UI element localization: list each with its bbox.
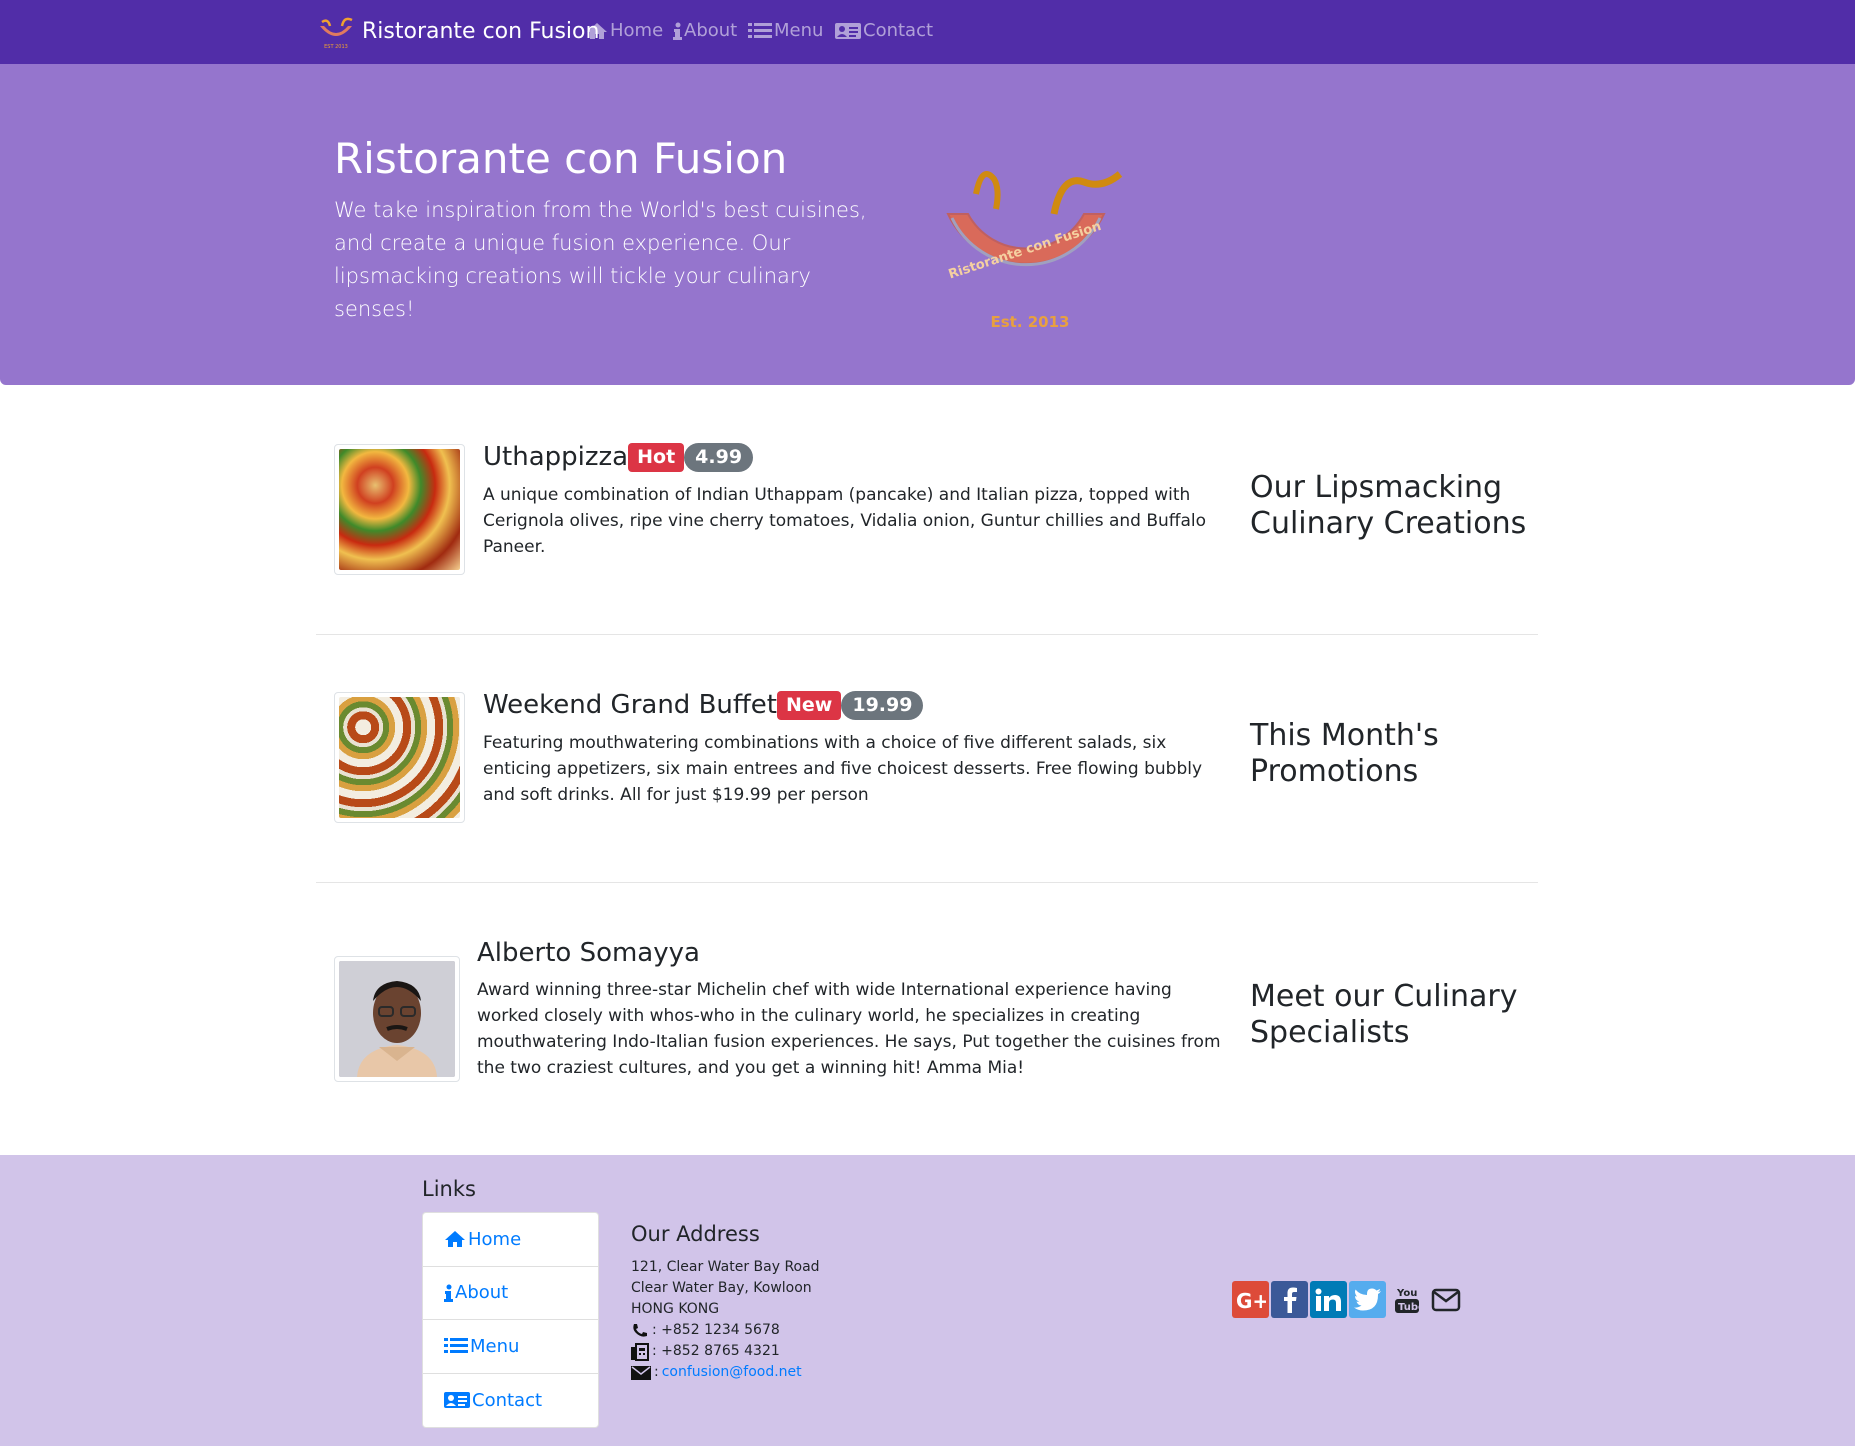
- hot-badge: Hot: [628, 442, 685, 472]
- linkedin-icon[interactable]: [1310, 1281, 1347, 1318]
- svg-text:You: You: [1396, 1288, 1417, 1299]
- youtube-icon[interactable]: You Tube: [1388, 1281, 1425, 1318]
- footer-link-label: Home: [468, 1228, 522, 1250]
- footer: Links Home About Menu Contact Our Addres…: [0, 1155, 1855, 1446]
- promotions-heading: This Month's Promotions: [1250, 718, 1439, 789]
- info-icon: [673, 22, 682, 40]
- footer-link-home[interactable]: Home: [423, 1213, 598, 1267]
- fax-line: : +852 8765 4321: [631, 1341, 820, 1362]
- list-icon: [748, 22, 772, 38]
- address-block: 121, Clear Water Bay Road Clear Water Ba…: [631, 1257, 820, 1383]
- restaurant-logo: Ristorante con Fusion Est. 2013: [946, 171, 1123, 331]
- nav-home-label: Home: [610, 20, 664, 41]
- uthappizza-image: [334, 444, 465, 575]
- buffet-description: Featuring mouthwatering combinations wit…: [483, 733, 1203, 805]
- address-card-icon: [835, 22, 861, 39]
- links-title: Links: [422, 1177, 476, 1201]
- svg-text:G+: G+: [1236, 1289, 1266, 1311]
- svg-text:EST 2013: EST 2013: [324, 44, 348, 50]
- logo-est-text: Est. 2013: [990, 313, 1069, 331]
- chef-photo: [334, 956, 460, 1082]
- nav-home[interactable]: Home: [586, 20, 663, 41]
- address-line: HONG KONG: [631, 1301, 720, 1317]
- uthappizza-title: Uthappizza Hot 4.99: [483, 442, 754, 472]
- footer-link-label: About: [455, 1282, 509, 1304]
- envelope-icon: [631, 1365, 651, 1380]
- facebook-icon[interactable]: [1271, 1281, 1308, 1318]
- nav-contact[interactable]: Contact: [835, 20, 933, 41]
- price-badge: 19.99: [841, 690, 924, 720]
- nav-menu-label: Menu: [774, 20, 824, 41]
- phone-line: : +852 1234 5678: [631, 1320, 820, 1341]
- footer-links-list: Home About Menu Contact: [422, 1212, 599, 1428]
- google-plus-icon[interactable]: G+: [1232, 1281, 1269, 1318]
- phone-number: : +852 1234 5678: [652, 1322, 780, 1338]
- email-link[interactable]: confusion@food.net: [662, 1362, 802, 1383]
- brand-name[interactable]: Ristorante con Fusion: [362, 19, 599, 44]
- nav-about-label: About: [684, 20, 738, 41]
- footer-link-about[interactable]: About: [423, 1267, 598, 1320]
- footer-link-label: Menu: [470, 1335, 520, 1357]
- jumbotron-text: We take inspiration from the World's bes…: [334, 198, 867, 321]
- twitter-icon[interactable]: [1349, 1281, 1386, 1318]
- navbar: EST 2013 Ristorante con Fusion Home Abou…: [0, 0, 1855, 64]
- email-prefix: :: [654, 1364, 659, 1380]
- chef-avatar-icon: [339, 961, 455, 1077]
- info-icon: [444, 1284, 453, 1302]
- chef-description: Award winning three-star Michelin chef w…: [477, 980, 1221, 1078]
- row-divider: [316, 882, 1538, 883]
- row-divider: [316, 634, 1538, 635]
- buffet-name: Weekend Grand Buffet: [483, 690, 777, 720]
- nav-menu[interactable]: Menu: [748, 20, 823, 41]
- svg-text:Tube: Tube: [1398, 1302, 1420, 1313]
- uthappizza-description: A unique combination of Indian Uthappam …: [483, 485, 1207, 557]
- footer-link-label: Contact: [472, 1389, 543, 1411]
- email-line: : confusion@food.net: [631, 1362, 820, 1383]
- chef-name: Alberto Somayya: [477, 938, 700, 968]
- address-line: Clear Water Bay, Kowloon: [631, 1280, 812, 1296]
- lipsmacking-heading: Our Lipsmacking Culinary Creations: [1250, 470, 1527, 541]
- price-badge: 4.99: [684, 442, 754, 472]
- footer-link-menu[interactable]: Menu: [423, 1320, 598, 1374]
- address-line: 121, Clear Water Bay Road: [631, 1259, 820, 1275]
- footer-link-contact[interactable]: Contact: [423, 1374, 598, 1428]
- specialists-heading: Meet our Culinary Specialists: [1250, 979, 1518, 1050]
- address-title: Our Address: [631, 1222, 760, 1246]
- jumbotron-title: Ristorante con Fusion: [334, 134, 788, 183]
- brand-logo[interactable]: EST 2013: [316, 16, 356, 50]
- uthappizza-name: Uthappizza: [483, 442, 629, 472]
- new-badge: New: [777, 690, 842, 720]
- buffet-title: Weekend Grand Buffet New 19.99: [483, 690, 924, 720]
- jumbotron: Ristorante con Fusion We take inspiratio…: [0, 64, 1855, 385]
- social-links: G+ You Tube: [1232, 1281, 1464, 1318]
- buffet-image: [334, 692, 465, 823]
- address-card-icon: [444, 1392, 470, 1409]
- phone-icon: [633, 1324, 647, 1337]
- home-icon: [445, 1231, 465, 1248]
- chef-title: Alberto Somayya: [477, 938, 700, 968]
- nav-contact-label: Contact: [863, 20, 934, 41]
- nav-about[interactable]: About: [673, 20, 737, 41]
- list-icon: [444, 1338, 468, 1354]
- home-icon: [587, 22, 607, 39]
- envelope-icon[interactable]: [1427, 1281, 1464, 1318]
- fax-number: : +852 8765 4321: [652, 1343, 780, 1359]
- fax-icon: [631, 1342, 649, 1361]
